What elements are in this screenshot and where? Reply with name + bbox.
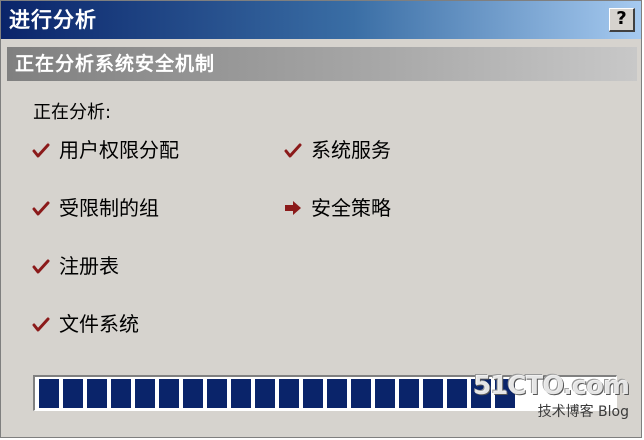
progress-segment xyxy=(351,379,371,408)
header-title: 正在分析系统安全机制 xyxy=(15,53,216,75)
analysis-dialog: 进行分析 ? 正在分析系统安全机制 正在分析: 用户权限分配 受限制的组 注册表… xyxy=(0,0,642,438)
analyzing-label: 正在分析: xyxy=(33,102,112,123)
progress-segment xyxy=(111,379,131,408)
analysis-item-label: 注册表 xyxy=(59,254,119,278)
progress-fill xyxy=(37,379,516,408)
analysis-item-label: 用户权限分配 xyxy=(59,138,179,162)
check-icon xyxy=(29,312,53,336)
watermark: 51CTO.com 技术博客 Blog xyxy=(473,371,633,431)
window-title: 进行分析 xyxy=(9,8,97,32)
check-icon xyxy=(29,254,53,278)
progress-segment xyxy=(327,379,347,408)
progress-segment xyxy=(399,379,419,408)
analysis-item-label: 受限制的组 xyxy=(59,196,159,220)
progress-segment xyxy=(447,379,467,408)
progress-segment xyxy=(39,379,59,408)
progress-segment xyxy=(135,379,155,408)
check-icon xyxy=(281,138,305,162)
progress-segment xyxy=(279,379,299,408)
analysis-item-label: 文件系统 xyxy=(59,312,139,336)
help-button[interactable]: ? xyxy=(609,8,635,32)
analysis-item-label: 安全策略 xyxy=(311,196,391,220)
progress-segment xyxy=(207,379,227,408)
progress-segment xyxy=(159,379,179,408)
check-icon xyxy=(29,138,53,162)
progress-segment xyxy=(303,379,323,408)
watermark-caption: 技术博客 Blog xyxy=(537,404,629,420)
progress-segment xyxy=(255,379,275,408)
progress-segment xyxy=(231,379,251,408)
title-bar[interactable]: 进行分析 ? xyxy=(1,1,641,39)
analysis-item-restricted-groups: 受限制的组 xyxy=(29,193,159,223)
analysis-item-label: 系统服务 xyxy=(311,138,391,162)
analysis-item-system-services: 系统服务 xyxy=(281,135,391,165)
progress-segment xyxy=(183,379,203,408)
arrow-right-icon xyxy=(281,196,305,220)
progress-segment xyxy=(63,379,83,408)
watermark-logo: 51CTO.com xyxy=(473,371,630,401)
analysis-item-user-rights: 用户权限分配 xyxy=(29,135,179,165)
progress-segment xyxy=(423,379,443,408)
header-banner: 正在分析系统安全机制 xyxy=(7,47,637,81)
progress-segment xyxy=(375,379,395,408)
analysis-item-security-policy: 安全策略 xyxy=(281,193,391,223)
check-icon xyxy=(29,196,53,220)
progress-segment xyxy=(87,379,107,408)
analysis-item-registry: 注册表 xyxy=(29,251,119,281)
analysis-item-file-system: 文件系统 xyxy=(29,309,139,339)
